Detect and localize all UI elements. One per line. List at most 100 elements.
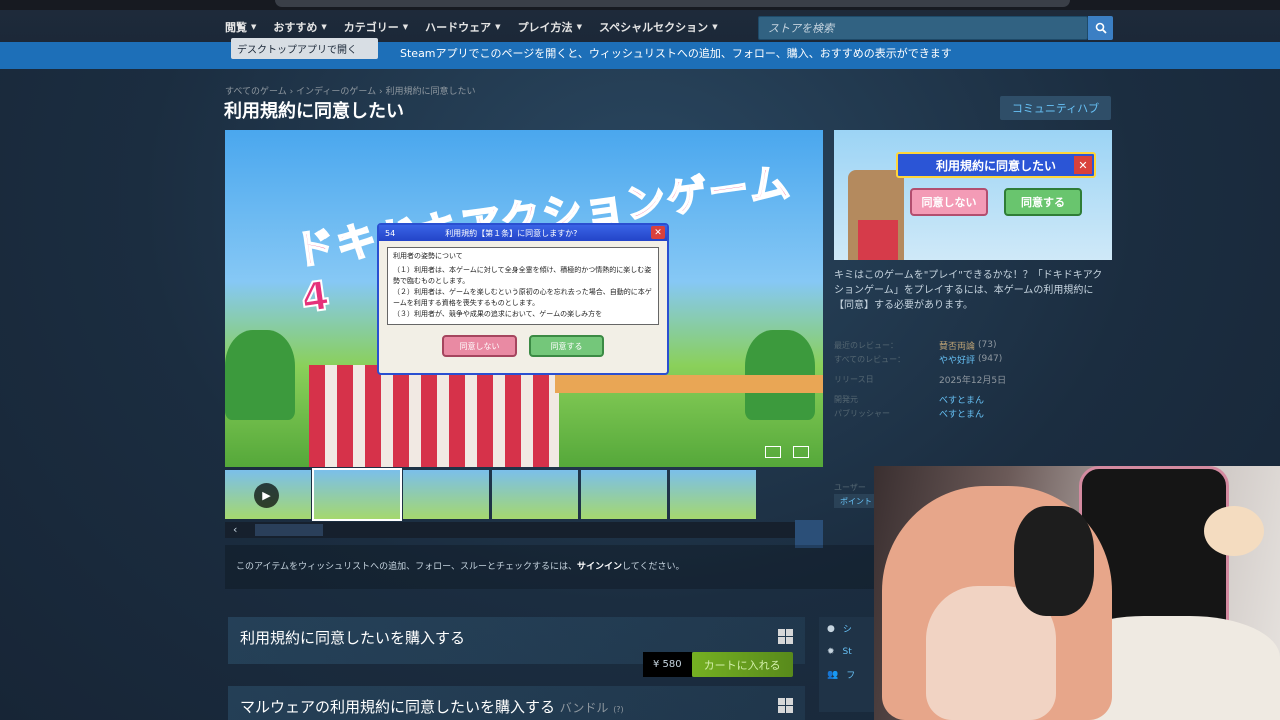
nav-hardware[interactable]: ハードウェア ▼	[425, 19, 500, 35]
signin-link[interactable]: サインイン	[577, 562, 622, 572]
tag-item[interactable]: ポイント	[834, 494, 878, 508]
search-button[interactable]	[1088, 16, 1113, 40]
developer-label: 開発元	[834, 394, 858, 404]
breadcrumb[interactable]: すべてのゲーム › インディーのゲーム › 利用規約に同意したい	[225, 84, 475, 97]
nav-recommended[interactable]: おすすめ ▼	[273, 19, 326, 35]
bundle-label: バンドル	[559, 701, 609, 715]
dialog-number: 54	[385, 228, 396, 238]
character-illustration	[848, 170, 904, 260]
nav-ways-to-play-label: プレイ方法	[517, 21, 573, 34]
scrollbar-handle[interactable]	[255, 524, 323, 536]
dialog-agree-button: 同意する	[529, 335, 604, 357]
windows-icon	[778, 629, 793, 644]
nav-special-sections-label: スペシャルセクション	[598, 21, 709, 34]
close-icon: ✕	[1074, 156, 1092, 174]
open-in-app-button[interactable]: デスクトップアプリで開く	[231, 38, 378, 59]
thumbnail[interactable]	[581, 470, 667, 519]
address-bar[interactable]	[275, 0, 1070, 7]
thumbnail-scrollbar[interactable]: ‹	[225, 520, 823, 548]
bundle-title-text: マルウェアの利用規約に同意したいを購入する	[240, 698, 556, 716]
main-screenshot[interactable]: ドキドキアクションゲーム4 54 利用規約【第１条】に同意しますか? ✕ 利用者…	[225, 130, 823, 467]
nav-ways-to-play[interactable]: プレイ方法 ▼	[518, 19, 582, 35]
developer-link[interactable]: べすとまん	[939, 393, 984, 406]
user-badge-icon[interactable]	[795, 520, 823, 548]
publisher-link[interactable]: べすとまん	[939, 407, 984, 420]
nav-browse[interactable]: 閲覧 ▼	[225, 19, 256, 35]
side-link-user[interactable]: ● シ	[819, 617, 879, 640]
bundle-title: マルウェアの利用規約に同意したいを購入する バンドル (?)	[240, 696, 793, 717]
nav-menu: 閲覧 ▼ おすすめ ▼ カテゴリー ▼ ハードウェア ▼ プレイ方法 ▼ スペシャルセクシ…	[225, 19, 735, 35]
side-link-label: シ	[842, 625, 852, 635]
bundle-info[interactable]: (?)	[613, 705, 624, 714]
store-search	[758, 16, 1088, 40]
game-description: キミはこのゲームを"プレイ"できるかな！？「ドキドキアクションゲーム」をプレイす…	[834, 270, 1103, 311]
nav-recommended-label: おすすめ	[273, 21, 318, 34]
side-links: ● シ ✹ St 👥 フ	[819, 617, 879, 712]
search-input[interactable]	[759, 17, 1087, 40]
capsule-disagree-button: 同意しない	[910, 188, 988, 216]
chevron-down-icon: ▼	[576, 23, 582, 31]
dialog-title: 利用規約【第１条】に同意しますか?	[445, 228, 578, 238]
headphones	[1014, 506, 1094, 616]
recent-reviews-value: 賛否両論	[939, 341, 976, 352]
user-icon: ●	[827, 623, 835, 634]
publisher-row: パブリッシャー べすとまん	[834, 406, 1112, 420]
purchase-title: 利用規約に同意したいを購入する	[240, 629, 466, 647]
search-icon	[1095, 22, 1107, 34]
terms-dialog: 54 利用規約【第１条】に同意しますか? ✕ 利用者の姿勢について （１）利用者…	[377, 223, 669, 375]
capsule-agree-button: 同意する	[1004, 188, 1082, 216]
side-link-label: St	[842, 646, 852, 657]
nav-special-sections[interactable]: スペシャルセクション ▼	[599, 19, 718, 35]
chevron-down-icon: ▼	[251, 23, 257, 31]
header-capsule: 利用規約に同意したい ✕ 同意しない 同意する	[834, 130, 1112, 260]
side-link-friends[interactable]: 👥 フ	[819, 663, 879, 686]
thumbnail[interactable]	[670, 470, 756, 519]
all-reviews-row[interactable]: すべてのレビュー： やや好評 (947)	[834, 352, 1112, 366]
add-to-cart-button[interactable]: カートに入れる	[691, 652, 793, 677]
thumbnail[interactable]	[403, 470, 489, 519]
thumbnail[interactable]	[492, 470, 578, 519]
all-reviews-label: すべてのレビュー：	[834, 354, 906, 364]
dialog-heading: 利用者の姿勢について	[393, 252, 463, 260]
side-link-steam[interactable]: ✹ St	[819, 640, 879, 663]
play-icon: ▶	[254, 483, 279, 508]
purchase-box-bundle: マルウェアの利用規約に同意したいを購入する バンドル (?)	[228, 686, 805, 720]
nav-categories[interactable]: カテゴリー ▼	[344, 19, 408, 35]
release-row: リリース日 2025年12月5日	[834, 372, 1112, 386]
nav-browse-label: 閲覧	[225, 21, 247, 34]
store-navbar: 閲覧 ▼ おすすめ ▼ カテゴリー ▼ ハードウェア ▼ プレイ方法 ▼ スペシャルセクシ…	[0, 10, 1280, 46]
release-label: リリース日	[834, 374, 874, 384]
close-icon: ✕	[651, 226, 665, 239]
game-info: 最近のレビュー： 賛否両論 (73) すべてのレビュー： やや好評 (947) …	[834, 338, 1112, 420]
purchase-action: ¥ 580 カートに入れる	[643, 652, 793, 677]
dialog-titlebar: 54 利用規約【第１条】に同意しますか? ✕	[379, 225, 667, 241]
bridge-decoration	[555, 375, 823, 393]
signin-text: このアイテムをウィッシュリストへの追加、フォロー、スルーとチェックするには、	[236, 562, 578, 572]
tags-label: ユーザー	[834, 483, 866, 492]
recent-reviews-count: (73)	[978, 340, 997, 350]
thumbnail-video[interactable]: ▶	[225, 470, 311, 519]
banner-message: Steamアプリでこのページを開くと、ウィッシュリストへの追加、フォロー、購入、…	[400, 47, 952, 60]
dialog-disagree-button: 同意しない	[442, 335, 517, 357]
thumbnail[interactable]	[312, 468, 402, 521]
side-link-label: フ	[846, 671, 856, 681]
release-date: 2025年12月5日	[939, 375, 1007, 386]
gear-icon: ✹	[827, 646, 835, 657]
chevron-left-icon[interactable]: ‹	[233, 523, 237, 536]
nav-categories-label: カテゴリー	[343, 21, 399, 34]
community-hub-button[interactable]: コミュニティハブ	[1000, 96, 1111, 120]
capsule-title: 利用規約に同意したい ✕	[896, 152, 1096, 178]
browser-top-strip	[0, 0, 1280, 10]
app-banner: デスクトップアプリで開く Steamアプリでこのページを開くと、ウィッシュリスト…	[0, 38, 1280, 69]
friends-icon: 👥	[827, 669, 839, 680]
dialog-buttons: 同意しない 同意する	[379, 335, 667, 357]
caption-icon[interactable]	[765, 446, 781, 458]
all-reviews-value: やや好評	[939, 355, 976, 366]
plush-toy	[1204, 506, 1264, 556]
recent-reviews-row[interactable]: 最近のレビュー： 賛否両論 (73)	[834, 338, 1112, 352]
chevron-down-icon: ▼	[712, 23, 718, 31]
price: ¥ 580	[643, 652, 692, 677]
fullscreen-icon[interactable]	[793, 446, 809, 458]
windows-icon	[778, 698, 793, 713]
screenshot-controls	[765, 446, 809, 458]
